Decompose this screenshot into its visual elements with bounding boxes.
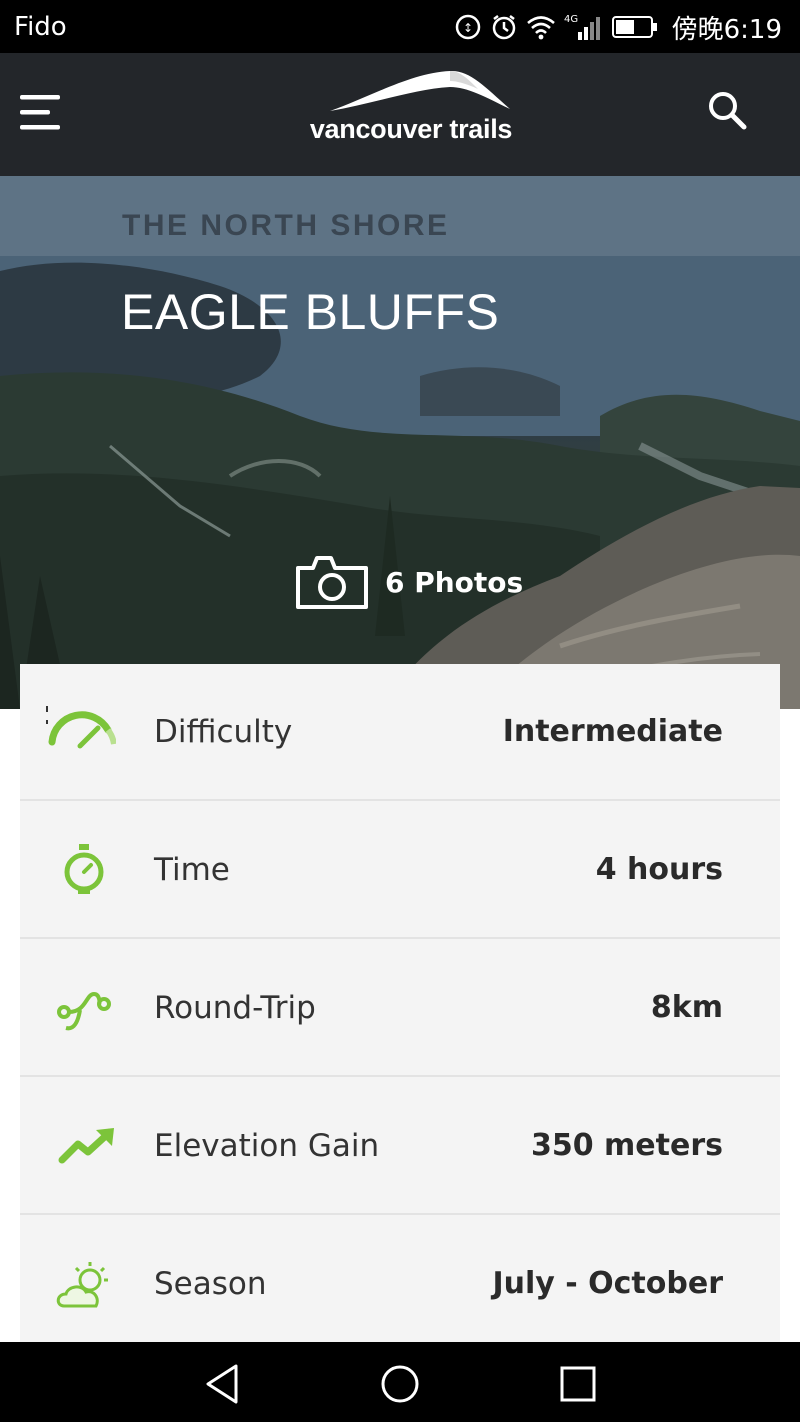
detail-value: 8km: [650, 990, 723, 1025]
recents-button[interactable]: [556, 1362, 600, 1406]
signal-icon: 4G: [564, 14, 600, 40]
detail-value: July - October: [492, 1266, 723, 1301]
detail-label: Round-Trip: [154, 990, 316, 1026]
search-icon: [709, 92, 747, 130]
home-button[interactable]: [378, 1362, 422, 1406]
app-logo[interactable]: vancouver trails: [300, 67, 522, 163]
sun-cloud-icon: [56, 1262, 108, 1308]
route-icon: [57, 991, 111, 1031]
alarm-icon: [492, 15, 515, 40]
svg-text:↕: ↕: [463, 21, 473, 35]
status-bar: Fido ↕ 4G 傍晚6:19: [0, 0, 800, 53]
search-button[interactable]: [706, 89, 750, 133]
region-label: THE NORTH SHORE: [122, 209, 450, 242]
detail-row-time: Time 4 hours: [20, 802, 780, 939]
clock: 傍晚6:19: [671, 14, 782, 45]
landscape-photo: [0, 176, 800, 709]
wifi-icon: [526, 16, 555, 40]
battery-icon: [611, 16, 657, 38]
detail-row-season: Season July - October: [20, 1216, 780, 1353]
mountain-logo-icon: [330, 70, 510, 111]
back-button[interactable]: [200, 1362, 244, 1406]
home-circle-icon: [381, 1365, 419, 1403]
system-nav-bar: [0, 1342, 800, 1422]
detail-label: Season: [154, 1266, 267, 1302]
stopwatch-icon: [64, 844, 104, 894]
app-header: vancouver trails: [0, 53, 800, 176]
hamburger-menu-icon: [20, 95, 60, 130]
detail-value: Intermediate: [502, 714, 723, 749]
photos-button[interactable]: 6 Photos: [295, 554, 523, 610]
recents-square-icon: [560, 1366, 596, 1402]
trail-title: EAGLE BLUFFS: [121, 284, 500, 340]
detail-value: 350 meters: [530, 1128, 723, 1163]
camera-icon: [296, 556, 368, 609]
detail-row-elevation-gain: Elevation Gain 350 meters: [20, 1078, 780, 1215]
status-icons: ↕ 4G 傍晚6:19: [454, 9, 782, 45]
back-triangle-icon: [206, 1364, 238, 1404]
carrier-name: Fido: [14, 12, 67, 42]
detail-row-round-trip: Round-Trip 8km: [20, 940, 780, 1077]
photos-count: 6 Photos: [385, 565, 524, 599]
trend-up-icon: [58, 1128, 114, 1164]
menu-button[interactable]: [20, 93, 62, 133]
detail-label: Time: [154, 852, 230, 888]
detail-row-difficulty: Difficulty Intermediate: [20, 664, 780, 801]
detail-value: 4 hours: [595, 852, 723, 887]
network-type: 4G: [564, 14, 578, 25]
trail-details-card: Difficulty Intermediate Time 4 hours Rou…: [20, 664, 780, 1344]
gauge-icon: [46, 706, 116, 749]
detail-label: Difficulty: [154, 714, 293, 750]
logo-text: vancouver trails: [309, 114, 513, 144]
data-saver-icon: ↕: [455, 14, 480, 40]
hero-image[interactable]: THE NORTH SHORE EAGLE BLUFFS 6 Photos: [0, 176, 800, 709]
detail-label: Elevation Gain: [154, 1128, 380, 1164]
